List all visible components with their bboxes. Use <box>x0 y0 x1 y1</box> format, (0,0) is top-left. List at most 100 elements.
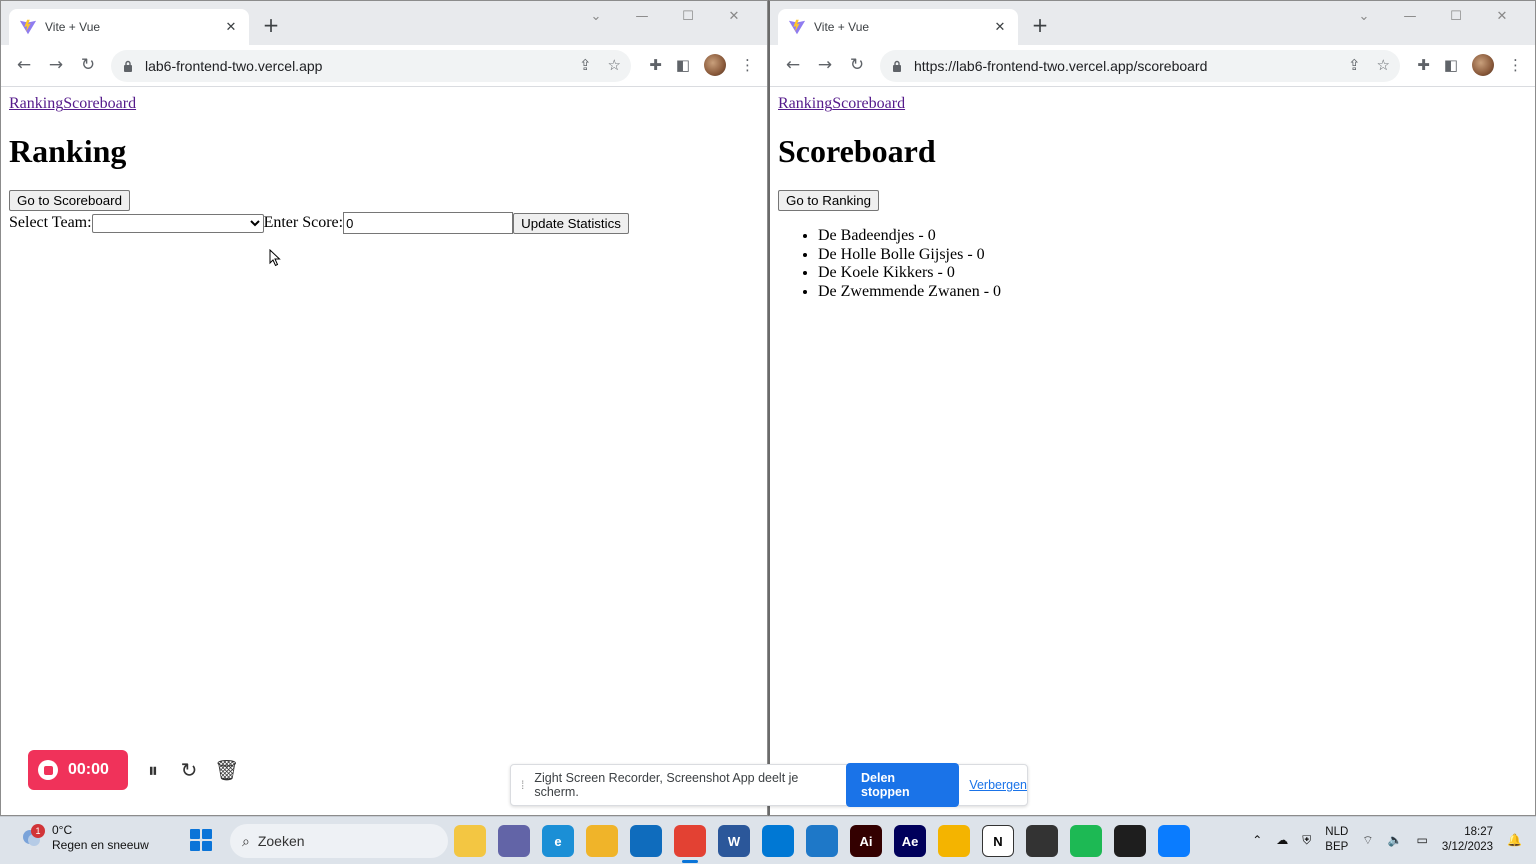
pause-icon[interactable]: ⏸ <box>142 759 164 781</box>
word-app-icon[interactable]: W <box>718 825 750 857</box>
team-score-list: De Badeendjes - 0 De Holle Bolle Gijsjes… <box>818 227 1001 301</box>
tab-search-icon[interactable]: ⌄ <box>573 9 619 24</box>
chrome-canary-app-icon[interactable] <box>938 825 970 857</box>
address-bar[interactable]: lab6-frontend-two.vercel.app ⇪ ☆ <box>111 50 631 82</box>
onedrive-icon[interactable]: ☁ <box>1276 833 1288 847</box>
menu-icon[interactable]: ⋮ <box>740 56 755 74</box>
list-item: De Zwemmende Zwanen - 0 <box>818 283 1001 302</box>
drag-handle-icon[interactable]: ⁞ <box>521 778 524 792</box>
list-item: De Koele Kikkers - 0 <box>818 264 1001 283</box>
new-tab-button[interactable]: + <box>259 13 283 37</box>
enter-score-label: Enter Score: <box>263 214 344 231</box>
minimize-button[interactable]: — <box>619 9 665 24</box>
reload-icon[interactable]: ↻ <box>77 55 99 75</box>
language-indicator[interactable]: NLD BEP <box>1325 825 1348 855</box>
page-title: Ranking <box>9 133 127 169</box>
scoreboard-link[interactable]: Scoreboard <box>63 95 136 112</box>
tab-vite-vue[interactable]: Vite + Vue ✕ <box>778 9 1018 45</box>
stop-sharing-button[interactable]: Delen stoppen <box>846 763 960 807</box>
window-controls: ⌄ — ☐ ✕ <box>573 9 757 24</box>
folder-app-icon[interactable] <box>586 825 618 857</box>
maximize-button[interactable]: ☐ <box>1433 9 1479 24</box>
select-team-label: Select Team: <box>9 214 92 231</box>
profile-avatar[interactable] <box>704 54 726 76</box>
restart-icon[interactable]: ↻ <box>178 759 200 781</box>
tab-strip: Vite + Vue ✕ + ⌄ — ☐ ✕ <box>770 1 1535 45</box>
edge-app-icon[interactable]: e <box>542 825 574 857</box>
sticky-notes-app-icon[interactable] <box>1026 825 1058 857</box>
extensions-icon[interactable]: ✚ <box>649 56 662 74</box>
chevron-up-icon[interactable]: ⌃ <box>1252 833 1262 847</box>
back-icon[interactable]: ← <box>782 55 804 75</box>
taskbar-search[interactable]: ⌕ Zoeken <box>230 824 448 858</box>
extensions-icon[interactable]: ✚ <box>1417 56 1430 74</box>
window-controls: ⌄ — ☐ ✕ <box>1341 9 1525 24</box>
menu-icon[interactable]: ⋮ <box>1508 56 1523 74</box>
team-select[interactable] <box>91 213 264 233</box>
close-window-button[interactable]: ✕ <box>711 9 757 24</box>
address-bar[interactable]: https://lab6-frontend-two.vercel.app/sco… <box>880 50 1400 82</box>
tab-vite-vue[interactable]: Vite + Vue ✕ <box>9 9 249 45</box>
tab-title: Vite + Vue <box>45 20 101 34</box>
store-app-icon[interactable] <box>806 825 838 857</box>
vpn-icon[interactable]: ⛨ <box>1302 833 1311 848</box>
ranking-link[interactable]: Ranking <box>778 95 832 112</box>
teams-app-icon[interactable] <box>498 825 530 857</box>
side-panel-icon[interactable]: ◧ <box>1444 56 1458 74</box>
after-effects-app-icon[interactable]: Ae <box>894 825 926 857</box>
weather-description: Regen en sneeuw <box>52 838 149 852</box>
tab-search-icon[interactable]: ⌄ <box>1341 9 1387 24</box>
windows-start-icon[interactable] <box>190 829 212 851</box>
new-tab-button[interactable]: + <box>1028 13 1052 37</box>
bookmark-star-icon[interactable]: ☆ <box>1377 56 1390 74</box>
stop-recording-button[interactable]: 00:00 <box>28 750 128 790</box>
notion-app-icon[interactable]: N <box>982 825 1014 857</box>
keyboard-layout: BEP <box>1325 841 1349 853</box>
chrome-app-icon[interactable] <box>674 825 706 863</box>
figma-app-icon[interactable] <box>1114 825 1146 857</box>
spotify-app-icon[interactable] <box>1070 825 1102 857</box>
lock-icon <box>124 60 132 72</box>
close-tab-icon[interactable]: ✕ <box>223 20 239 35</box>
page-content: RankingScoreboard Ranking Go to Scoreboa… <box>9 95 629 234</box>
share-icon[interactable]: ⇪ <box>1348 56 1361 74</box>
profile-avatar[interactable] <box>1472 54 1494 76</box>
messenger-app-icon[interactable] <box>1158 825 1190 857</box>
score-input[interactable] <box>343 212 514 234</box>
illustrator-app-icon[interactable]: Ai <box>850 825 882 857</box>
clock[interactable]: 18:27 3/12/2023 <box>1442 825 1493 855</box>
volume-icon[interactable]: 🔈 <box>1388 833 1403 847</box>
ranking-link[interactable]: Ranking <box>9 95 63 112</box>
wifi-icon[interactable]: ⌔ <box>1362 833 1373 848</box>
bookmark-star-icon[interactable]: ☆ <box>608 56 621 74</box>
go-to-scoreboard-button[interactable]: Go to Scoreboard <box>9 190 130 211</box>
close-window-button[interactable]: ✕ <box>1479 9 1525 24</box>
file-explorer-app-icon[interactable] <box>454 825 486 857</box>
forward-icon[interactable]: → <box>814 55 836 75</box>
trash-icon[interactable]: 🗑 <box>214 759 239 781</box>
lock-icon <box>893 60 901 72</box>
minimize-button[interactable]: — <box>1387 9 1433 24</box>
vite-icon <box>19 19 37 35</box>
browser-window-right: Vite + Vue ✕ + ⌄ — ☐ ✕ ← → ↻ https://lab… <box>768 0 1536 816</box>
close-tab-icon[interactable]: ✕ <box>992 20 1008 35</box>
share-icon[interactable]: ⇪ <box>579 56 592 74</box>
battery-icon[interactable]: ▭ <box>1417 833 1428 847</box>
page-title: Scoreboard <box>778 133 936 169</box>
back-icon[interactable]: ← <box>13 55 35 75</box>
tab-strip: Vite + Vue ✕ + ⌄ — ☐ ✕ <box>1 1 767 45</box>
reload-icon[interactable]: ↻ <box>846 55 868 75</box>
mail-app-icon[interactable] <box>630 825 662 857</box>
hide-link[interactable]: Verbergen <box>969 778 1027 792</box>
statistics-form: Select Team: Enter Score: Update Statist… <box>9 212 629 234</box>
forward-icon[interactable]: → <box>45 55 67 75</box>
weather-widget[interactable]: 1 0°C Regen en sneeuw <box>18 823 149 853</box>
notification-bell-icon[interactable]: 🔔 <box>1507 833 1522 847</box>
side-panel-icon[interactable]: ◧ <box>676 56 690 74</box>
clock-date: 3/12/2023 <box>1441 841 1494 853</box>
maximize-button[interactable]: ☐ <box>665 9 711 24</box>
update-statistics-button[interactable]: Update Statistics <box>513 212 629 234</box>
go-to-ranking-button[interactable]: Go to Ranking <box>778 190 880 211</box>
scoreboard-link[interactable]: Scoreboard <box>832 95 905 112</box>
vscode-app-icon[interactable] <box>762 825 794 857</box>
